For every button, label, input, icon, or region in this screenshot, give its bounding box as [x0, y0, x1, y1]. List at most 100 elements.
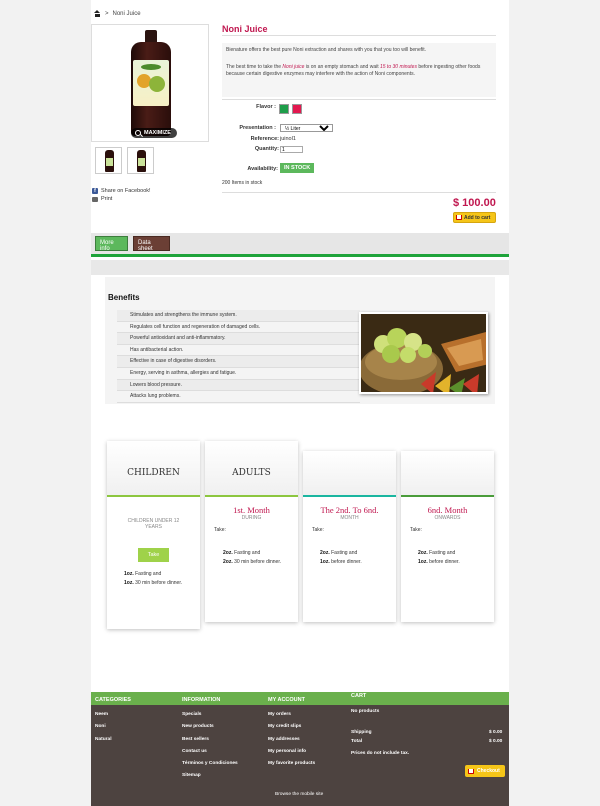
footer-categories-title: CATEGORIES — [95, 697, 131, 703]
checkout-label: Checkout — [477, 768, 500, 774]
footer-link[interactable]: My personal info — [268, 746, 315, 758]
divider — [222, 192, 496, 193]
flavor-swatch-red[interactable] — [292, 104, 302, 114]
plan-header: CHILDREN — [107, 441, 200, 497]
quantity-label: Quantity: — [254, 146, 279, 152]
tab-more-info[interactable]: More info — [95, 236, 128, 252]
availability-label: Availability: — [247, 166, 278, 172]
take-button[interactable]: Take — [138, 548, 169, 562]
footer-cart-title: CART — [351, 693, 367, 699]
print-icon — [92, 196, 98, 202]
footer-link[interactable]: Specials — [182, 709, 238, 721]
benefit-item: Attacks lung problems. — [117, 391, 360, 403]
presentation-label: Presentation : — [239, 125, 276, 131]
plan-card-adults: ADULTS 1st. Month DURING Take: 2oz. Fast… — [205, 441, 298, 622]
breadcrumb: > Noni Juice — [94, 10, 141, 17]
stock-count: 200 Items in stock — [222, 180, 263, 186]
print-link[interactable]: Print — [92, 196, 112, 202]
maximize-button[interactable]: MAXIMIZE — [131, 128, 177, 138]
footer-link[interactable]: Natural — [95, 734, 112, 746]
plan-title: 1st. Month — [233, 505, 270, 515]
plan-title: The 2nd. To 6nd. — [320, 505, 379, 515]
benefit-item: Effective in case of digestive disorders… — [117, 356, 360, 368]
footer-account-title: MY ACCOUNT — [268, 697, 305, 703]
divider — [222, 35, 496, 36]
in-stock-badge: IN STOCK — [280, 163, 315, 173]
footer-cart-empty: No products — [351, 709, 380, 714]
cart-icon — [456, 215, 462, 220]
print-label: Print — [101, 196, 113, 202]
tab-data-sheet[interactable]: Data sheet — [133, 236, 170, 252]
mobile-site-link[interactable]: Browse the mobile site — [275, 792, 323, 797]
plan-card-months-2-6: The 2nd. To 6nd. MONTH Take: 2oz. Fastin… — [303, 451, 396, 622]
page: > Noni Juice MAXIMIZE f Share on Faceboo… — [91, 0, 509, 806]
plan-dosage: 2oz. Fasting and 2oz. 30 min before dinn… — [223, 550, 282, 565]
reference-label: Reference: — [250, 136, 279, 142]
add-to-cart-button[interactable]: Add to cart — [453, 212, 496, 223]
flavor-label: Flavor : — [256, 104, 276, 110]
reference-value: juinol1 — [280, 136, 296, 142]
cart-total-value: $ 0.00 — [489, 739, 503, 744]
footer-information-title: INFORMATION — [182, 697, 221, 703]
footer-link[interactable]: Best sellers — [182, 734, 238, 746]
presentation-select[interactable]: ½ Liter — [280, 124, 333, 132]
product-title: Noni Juice — [222, 24, 268, 34]
footer-link[interactable]: My credit slips — [268, 721, 315, 733]
benefit-item: Lowers blood pressure. — [117, 379, 360, 392]
maximize-label: MAXIMIZE — [144, 130, 171, 136]
footer-link[interactable]: Contact us — [182, 746, 238, 758]
plan-title: 6nd. Month — [427, 505, 468, 515]
plan-subtitle: CHILDREN UNDER 12 YEARS — [127, 518, 180, 530]
description-paragraph-2: The best time to take the Noni juice is … — [226, 64, 481, 77]
plan-dosage: 1oz. Fasting and 1oz. 30 min before dinn… — [124, 571, 183, 586]
footer-information-list: Specials New products Best sellers Conta… — [182, 709, 238, 783]
footer-link[interactable]: My favorite products — [268, 758, 315, 770]
benefit-item: Powerful antioxidant and anti-inflammato… — [117, 333, 360, 345]
footer-account-list: My orders My credit slips My addresses M… — [268, 709, 315, 770]
plan-card-children: CHILDREN CHILDREN UNDER 12 YEARS Take 1o… — [107, 441, 200, 629]
home-icon[interactable] — [94, 10, 101, 17]
benefit-item: Stimulates and strengthens the immune sy… — [117, 310, 360, 322]
cart-total-label: Total — [351, 739, 363, 744]
product-price: $ 100.00 — [453, 197, 496, 209]
plan-take-label: Take: — [312, 527, 324, 533]
facebook-icon: f — [92, 188, 98, 194]
checkout-button[interactable]: Checkout — [465, 765, 505, 777]
thumbnail-2[interactable] — [127, 147, 154, 174]
share-facebook-link[interactable]: f Share on Facebook! — [92, 188, 151, 194]
footer-link[interactable]: My orders — [268, 709, 315, 721]
benefits-list: Stimulates and strengthens the immune sy… — [117, 310, 360, 403]
footer-link[interactable]: My addresses — [268, 734, 315, 746]
product-main-image[interactable] — [91, 24, 209, 142]
footer-link[interactable]: Noni — [95, 721, 112, 733]
divider — [222, 99, 496, 100]
zoom-icon — [135, 130, 141, 136]
share-facebook-label: Share on Facebook! — [101, 188, 151, 194]
bottle-illustration — [131, 30, 171, 136]
plan-header — [401, 451, 494, 497]
plan-take-label: Take: — [410, 527, 422, 533]
plan-header — [303, 451, 396, 497]
footer-link[interactable]: Sitemap — [182, 770, 238, 782]
description-paragraph-1: Bienature offers the best pure Noni extr… — [226, 47, 427, 53]
footer-link[interactable]: New products — [182, 721, 238, 733]
tab-underline — [91, 254, 509, 257]
benefit-item: Has antibacterial action. — [117, 345, 360, 357]
quantity-input[interactable] — [280, 146, 303, 153]
breadcrumb-current: Noni Juice — [112, 10, 141, 17]
plan-header: ADULTS — [205, 441, 298, 497]
benefits-title: Benefits — [108, 293, 140, 302]
benefit-item: Energy, serving in asthma, allergies and… — [117, 368, 360, 380]
section-band — [91, 260, 509, 275]
cart-tax-note: Prices do not include tax. — [351, 751, 410, 756]
benefit-item: Regulates cell function and regeneration… — [117, 322, 360, 334]
add-to-cart-label: Add to cart — [464, 214, 491, 221]
footer-link[interactable]: Términos y Condiciones — [182, 758, 238, 770]
plan-card-month-6-onwards: 6nd. Month ONWARDS Take: 2oz. Fasting an… — [401, 451, 494, 622]
thumbnail-1[interactable] — [95, 147, 122, 174]
flavor-swatch-green[interactable] — [279, 104, 289, 114]
breadcrumb-separator: > — [105, 10, 109, 17]
footer-link[interactable]: Neem — [95, 709, 112, 721]
product-description: Bienature offers the best pure Noni extr… — [222, 43, 496, 97]
plan-take-label: Take: — [214, 527, 226, 533]
